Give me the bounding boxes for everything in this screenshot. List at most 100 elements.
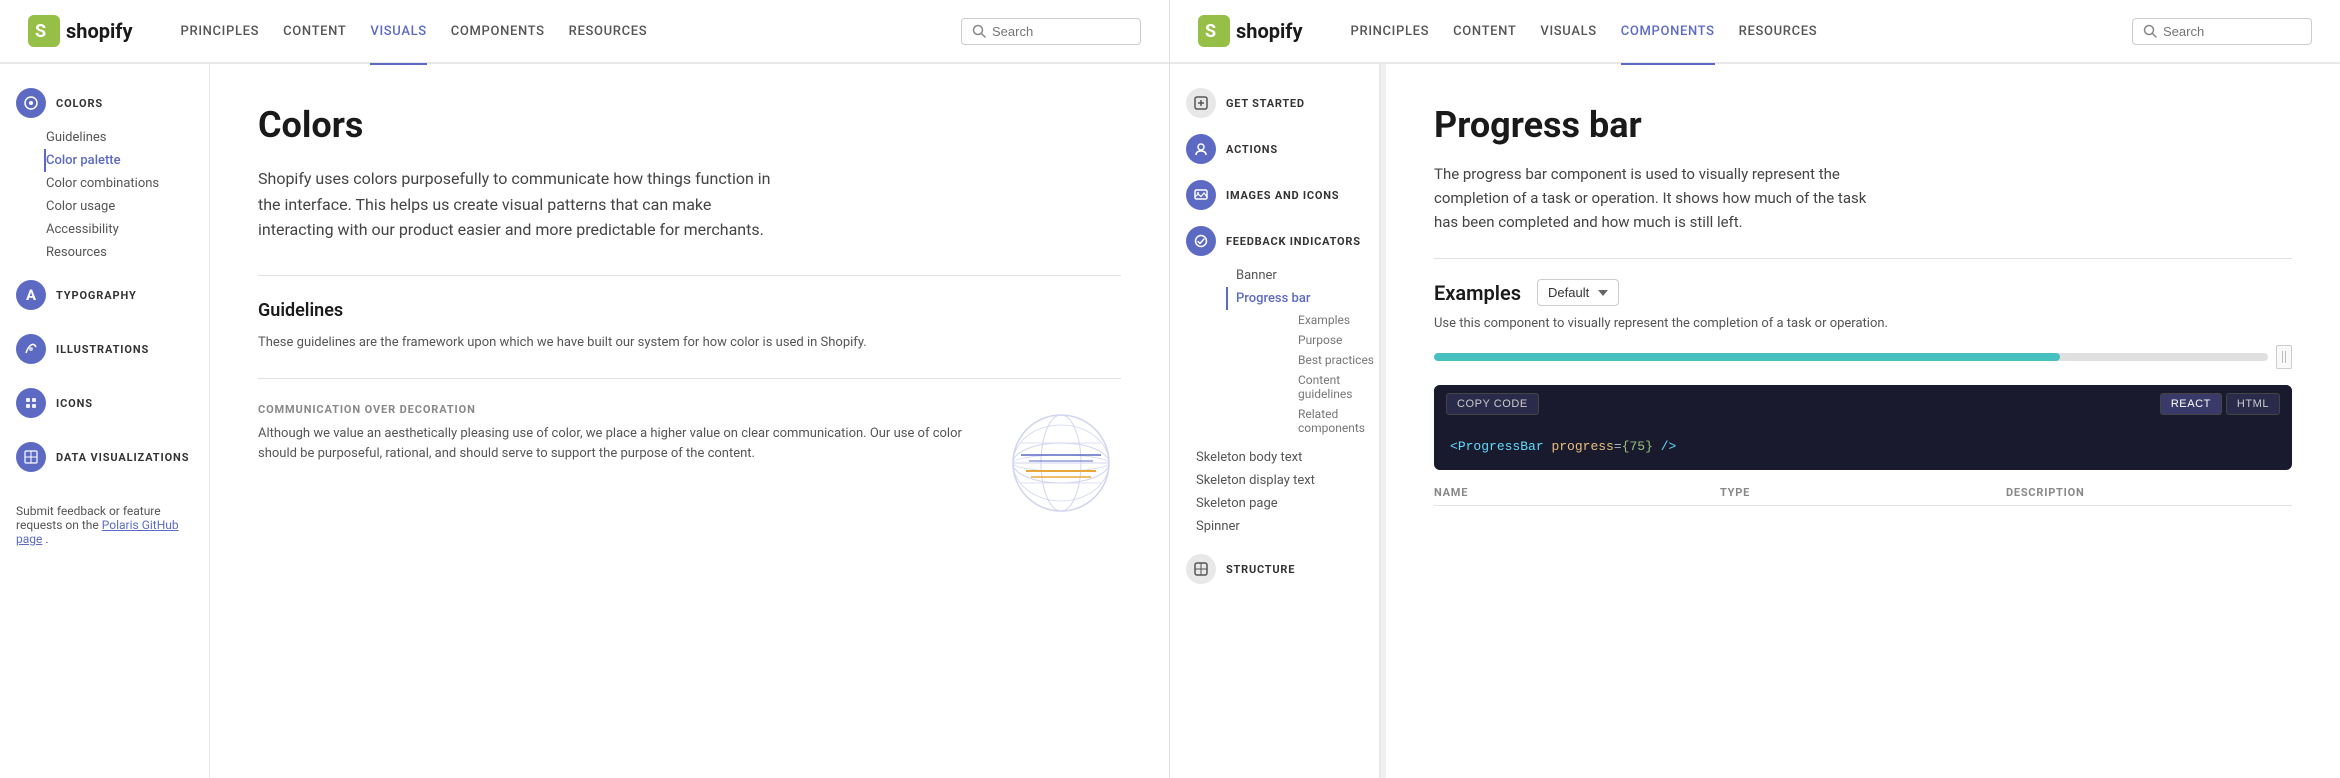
p2-section-get-started[interactable]: GET STARTED: [1170, 80, 1379, 126]
actions-label: ACTIONS: [1226, 143, 1278, 156]
icons-section-title: ICONS: [56, 397, 93, 410]
main-content-visuals: Colors Shopify uses colors purposefully …: [210, 64, 1169, 778]
p2-item-progress-bar[interactable]: Progress bar: [1226, 287, 1379, 310]
progress-bar-handle[interactable]: [2276, 345, 2292, 369]
logo-text-2: shopify: [1236, 19, 1303, 43]
sidebar-item-guidelines[interactable]: Guidelines: [44, 126, 209, 149]
examples-dropdown[interactable]: Default: [1537, 279, 1619, 306]
nav2-components[interactable]: COMPONENTS: [1621, 20, 1715, 43]
p2-item-skeleton-body[interactable]: Skeleton body text: [1186, 446, 1379, 469]
p2-item-banner[interactable]: Banner: [1226, 264, 1379, 287]
code-tabs: REACT HTML: [2160, 393, 2280, 415]
p2-subitem-related-components[interactable]: Related components: [1294, 404, 1379, 438]
feedback-items: Banner Progress bar Examples Purpose Bes…: [1170, 264, 1379, 438]
get-started-icon: [1186, 88, 1216, 118]
sidebar-components: GET STARTED ACTIONS: [1170, 64, 1380, 778]
nav2-principles[interactable]: PRINCIPLES: [1351, 20, 1430, 43]
code-attr: progress: [1551, 439, 1613, 454]
topnav-visuals: S shopify PRINCIPLES CONTENT VISUALS COM…: [0, 0, 1169, 64]
props-col-name: NAME: [1434, 486, 1720, 499]
tab-react[interactable]: REACT: [2160, 393, 2222, 415]
communication-section: COMMUNICATION OVER DECORATION Although w…: [258, 403, 1121, 523]
sidebar-section-icons-header[interactable]: ICONS: [0, 380, 209, 426]
page-intro-colors: Shopify uses colors purposefully to comm…: [258, 166, 778, 243]
panel-body-components: GET STARTED ACTIONS: [1170, 64, 2340, 778]
code-tag-open: <: [1450, 439, 1458, 454]
sidebar-footer: Submit feedback or feature requests on t…: [0, 488, 209, 562]
p2-subitem-examples[interactable]: Examples: [1294, 310, 1379, 330]
p2-subitem-best-practices[interactable]: Best practices: [1294, 350, 1379, 370]
p2-item-skeleton-display[interactable]: Skeleton display text: [1186, 469, 1379, 492]
get-started-label: GET STARTED: [1226, 97, 1305, 110]
nav2-content[interactable]: CONTENT: [1453, 20, 1516, 43]
sidebar-section-colors: COLORS Guidelines Color palette Color co…: [0, 80, 209, 264]
panel-components: S shopify PRINCIPLES CONTENT VISUALS COM…: [1170, 0, 2340, 778]
sidebar-section-typography-header[interactable]: A TYPOGRAPHY: [0, 272, 209, 318]
svg-text:S: S: [35, 21, 46, 42]
search-box-components[interactable]: [2132, 18, 2312, 45]
nav2-resources[interactable]: RESOURCES: [1739, 20, 1818, 43]
main-content-components: Progress bar The progress bar component …: [1386, 64, 2340, 778]
p2-item-spinner[interactable]: Spinner: [1186, 515, 1379, 538]
code-val: {75}: [1622, 439, 1653, 454]
search-icon-visuals: [972, 24, 986, 38]
illustrations-section-title: ILLUSTRATIONS: [56, 343, 149, 356]
props-col-desc: DESCRIPTION: [2006, 486, 2292, 499]
logo-visuals[interactable]: S shopify: [28, 15, 133, 47]
props-col-type: TYPE: [1720, 486, 2006, 499]
code-block: COPY CODE REACT HTML <ProgressBar progre…: [1434, 385, 2292, 470]
sidebar-section-icons: ICONS: [0, 380, 209, 426]
sidebar-item-color-palette[interactable]: Color palette: [44, 149, 209, 172]
tab-html[interactable]: HTML: [2226, 393, 2280, 415]
sidebar-section-colors-header[interactable]: COLORS: [0, 80, 209, 126]
data-viz-icon: [16, 442, 46, 472]
feedback-label: FEEDBACK INDICATORS: [1226, 235, 1361, 248]
p2-item-skeleton-page[interactable]: Skeleton page: [1186, 492, 1379, 515]
nav-content[interactable]: CONTENT: [283, 20, 346, 43]
p2-section-actions[interactable]: ACTIONS: [1170, 126, 1379, 172]
progress-bar-demo: [1434, 345, 2292, 369]
p2-section-structure[interactable]: STRUCTURE: [1170, 546, 1379, 592]
sidebar-item-accessibility[interactable]: Accessibility: [44, 218, 209, 241]
props-header: NAME TYPE DESCRIPTION: [1434, 486, 2292, 506]
progress-bar-background: [1434, 353, 2268, 361]
guidelines-body: These guidelines are the framework upon …: [258, 333, 1121, 354]
nav2-visuals[interactable]: VISUALS: [1540, 20, 1596, 43]
p2-subitem-content-guidelines[interactable]: Content guidelines: [1294, 370, 1379, 404]
sidebar-section-data-viz: DATA VISUALIZATIONS: [0, 434, 209, 480]
sidebar-section-data-viz-header[interactable]: DATA VISUALIZATIONS: [0, 434, 209, 480]
topnav-components: S shopify PRINCIPLES CONTENT VISUALS COM…: [1170, 0, 2340, 64]
search-box-visuals[interactable]: [961, 18, 1141, 45]
structure-items: Skeleton body text Skeleton display text…: [1170, 446, 1379, 538]
sidebar-item-resources[interactable]: Resources: [44, 241, 209, 264]
pb-divider-1: [1434, 258, 2292, 259]
colors-icon: [16, 88, 46, 118]
page-intro-progress-bar: The progress bar component is used to vi…: [1434, 162, 1874, 234]
sidebar-item-color-usage[interactable]: Color usage: [44, 195, 209, 218]
images-icons-icon: [1186, 180, 1216, 210]
sidebar-section-typography: A TYPOGRAPHY: [0, 272, 209, 318]
guidelines-title: Guidelines: [258, 300, 1121, 321]
divider-2: [258, 378, 1121, 379]
copy-code-button[interactable]: COPY CODE: [1446, 393, 1539, 415]
logo-components[interactable]: S shopify: [1198, 15, 1303, 47]
p2-feedback-header[interactable]: FEEDBACK INDICATORS: [1170, 218, 1379, 264]
page-title-colors: Colors: [258, 104, 1121, 146]
images-icons-label: IMAGES AND ICONS: [1226, 189, 1339, 202]
nav-visuals[interactable]: VISUALS: [370, 20, 426, 43]
search-input-components[interactable]: [2163, 24, 2301, 39]
progress-bar-fill: [1434, 353, 2060, 361]
sidebar-visuals: COLORS Guidelines Color palette Color co…: [0, 64, 210, 778]
nav-principles[interactable]: PRINCIPLES: [181, 20, 260, 43]
search-input-visuals[interactable]: [992, 24, 1130, 39]
sidebar-section-illustrations-header[interactable]: ILLUSTRATIONS: [0, 326, 209, 372]
page-title-progress-bar: Progress bar: [1434, 104, 2292, 146]
p2-section-images-icons[interactable]: IMAGES AND ICONS: [1170, 172, 1379, 218]
examples-header: Examples Default: [1434, 279, 2292, 306]
typography-icon: A: [16, 280, 46, 310]
sidebar-item-color-combinations[interactable]: Color combinations: [44, 172, 209, 195]
nav-components[interactable]: COMPONENTS: [451, 20, 545, 43]
structure-label: STRUCTURE: [1226, 563, 1295, 576]
p2-subitem-purpose[interactable]: Purpose: [1294, 330, 1379, 350]
nav-resources[interactable]: RESOURCES: [569, 20, 648, 43]
